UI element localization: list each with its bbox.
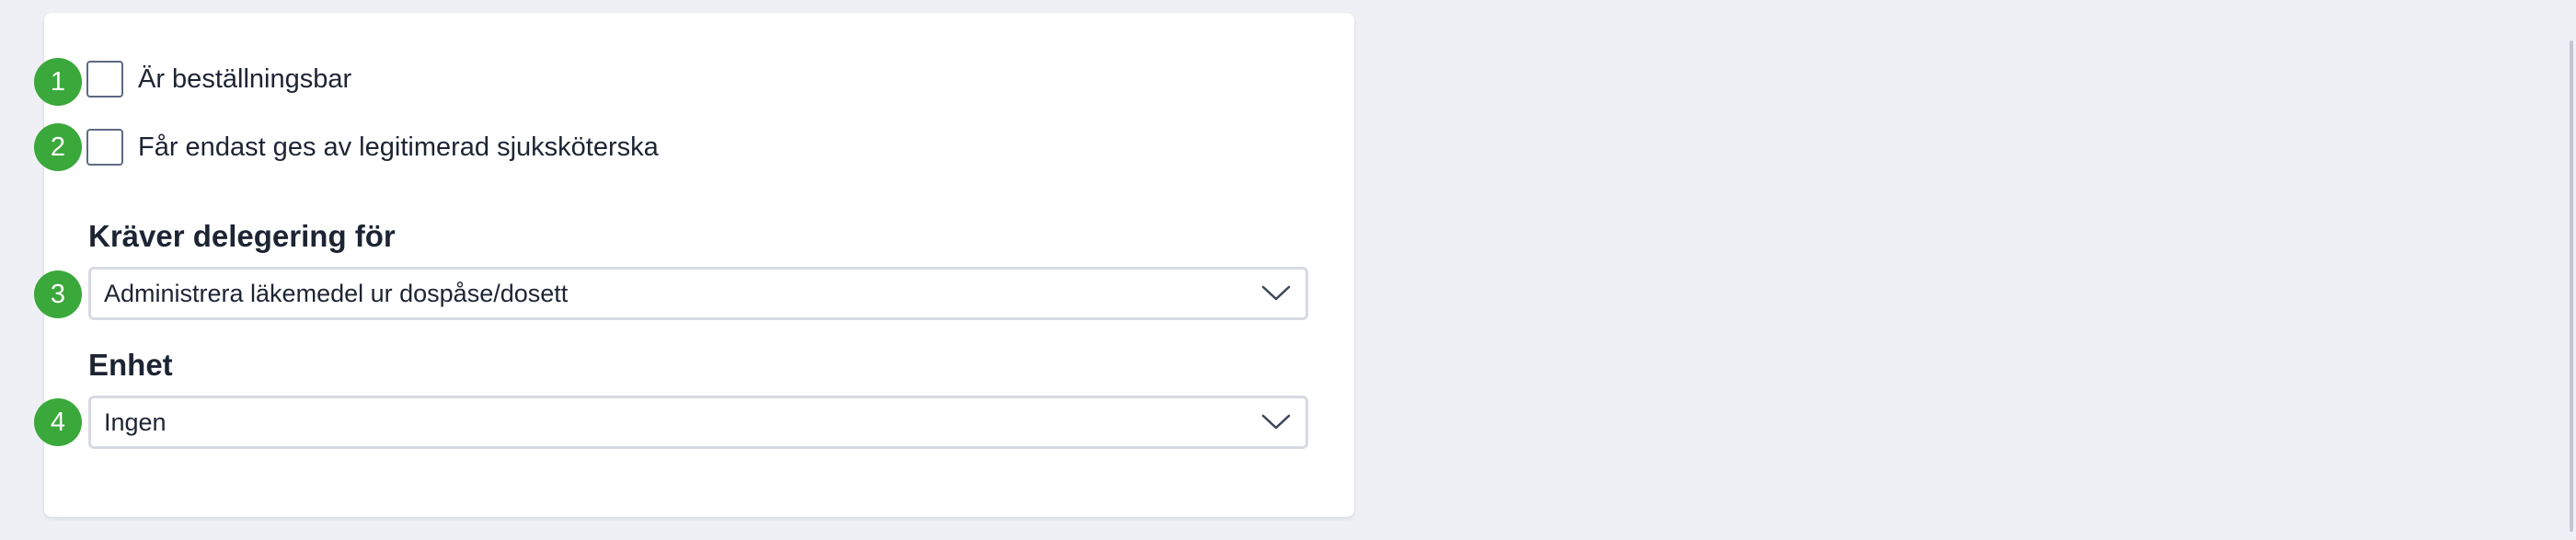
nurse-only-checkbox-row[interactable]: Får endast ges av legitimerad sjuksköter… bbox=[86, 129, 659, 166]
step-badge-1: 1 bbox=[34, 58, 82, 106]
chevron-down-icon[interactable] bbox=[1261, 285, 1291, 302]
orderable-checkbox-label[interactable]: Är beställningsbar bbox=[138, 64, 351, 95]
orderable-checkbox-row[interactable]: Är beställningsbar bbox=[86, 61, 351, 98]
scrollbar-thumb[interactable] bbox=[2570, 40, 2573, 532]
unit-select[interactable]: Ingen bbox=[88, 396, 1308, 449]
delegation-title: Kräver delegering för bbox=[88, 219, 396, 253]
delegation-select-value: Administrera läkemedel ur dospåse/dosett bbox=[104, 279, 569, 307]
unit-select-value: Ingen bbox=[104, 408, 167, 436]
nurse-only-checkbox[interactable] bbox=[86, 129, 123, 166]
chevron-down-icon[interactable] bbox=[1261, 414, 1291, 431]
step-badge-4: 4 bbox=[34, 398, 82, 446]
unit-title: Enhet bbox=[88, 348, 173, 382]
delegation-select[interactable]: Administrera läkemedel ur dospåse/dosett bbox=[88, 267, 1308, 320]
step-badge-2: 2 bbox=[34, 123, 82, 171]
nurse-only-checkbox-label[interactable]: Får endast ges av legitimerad sjuksköter… bbox=[138, 132, 659, 163]
step-badge-3: 3 bbox=[34, 270, 82, 318]
orderable-checkbox[interactable] bbox=[86, 61, 123, 98]
